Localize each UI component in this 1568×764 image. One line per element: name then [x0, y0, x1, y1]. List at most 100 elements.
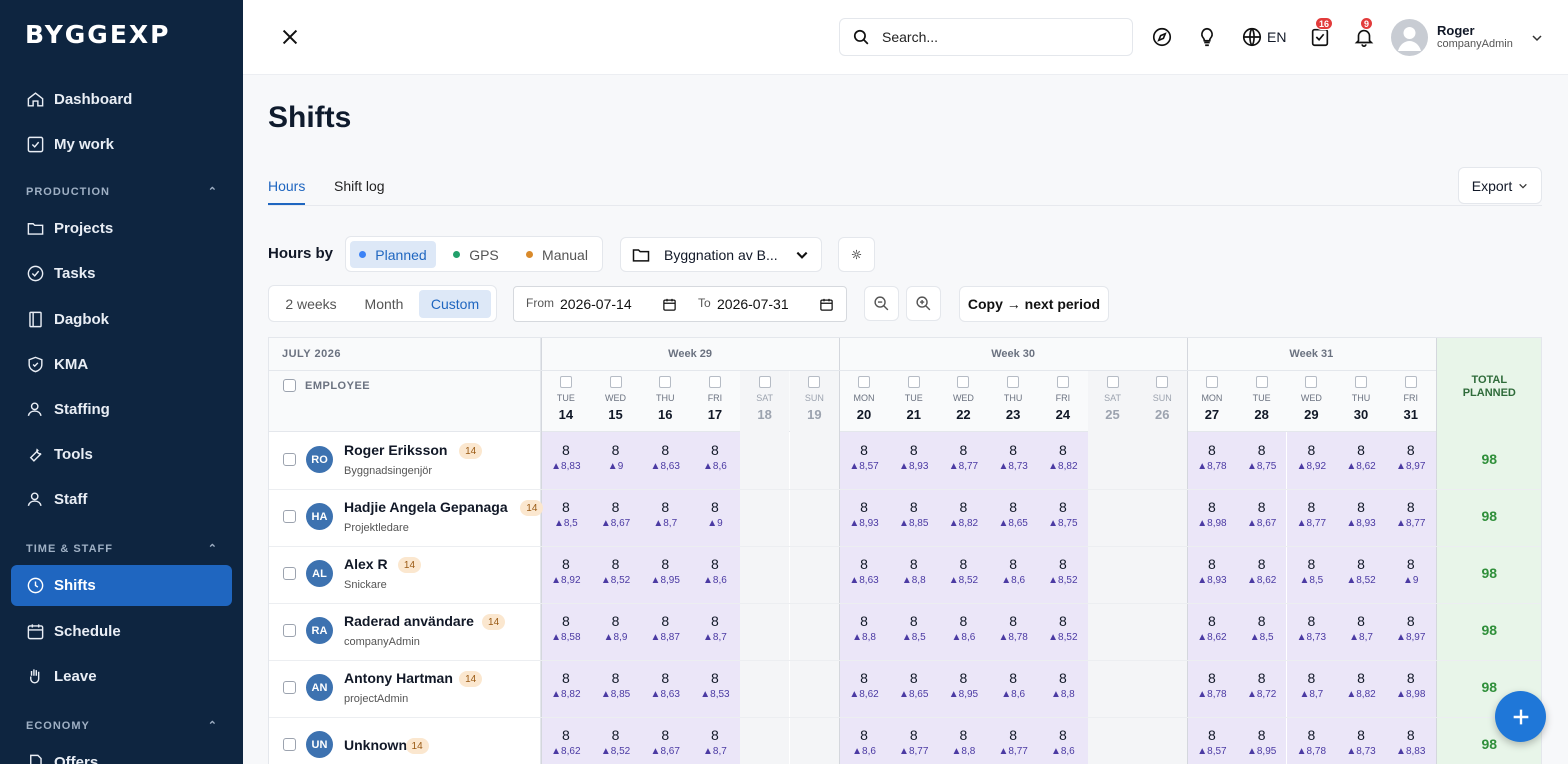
row-checkbox[interactable] [283, 510, 296, 523]
planned-hours[interactable]: 8 [1038, 727, 1088, 743]
option-planned[interactable]: Planned [350, 241, 436, 268]
planned-hours[interactable]: 8 [1187, 499, 1237, 515]
planned-hours[interactable]: 8 [591, 727, 641, 743]
option-month[interactable]: Month [353, 290, 415, 318]
planned-hours[interactable]: 8 [839, 727, 889, 743]
planned-hours[interactable]: 8 [690, 499, 740, 515]
settings-button[interactable] [838, 237, 875, 272]
planned-hours[interactable]: 8 [1336, 613, 1386, 629]
planned-hours[interactable]: 8 [889, 613, 939, 629]
planned-hours[interactable]: 8 [1386, 727, 1436, 743]
sidebar-item-tasks[interactable]: Tasks [11, 253, 232, 293]
avatar[interactable] [1391, 19, 1428, 56]
planned-hours[interactable]: 8 [591, 613, 641, 629]
sidebar-item-tools[interactable]: Tools [11, 434, 232, 474]
planned-hours[interactable]: 8 [640, 727, 690, 743]
planned-hours[interactable]: 8 [988, 442, 1038, 458]
planned-hours[interactable]: 8 [988, 670, 1038, 686]
planned-hours[interactable]: 8 [988, 613, 1038, 629]
calendar-icon[interactable] [662, 297, 677, 312]
planned-hours[interactable]: 8 [1287, 442, 1337, 458]
planned-hours[interactable]: 8 [541, 442, 591, 458]
planned-hours[interactable]: 8 [1336, 499, 1386, 515]
select-all-checkbox[interactable] [283, 379, 296, 392]
row-checkbox[interactable] [283, 738, 296, 751]
planned-hours[interactable]: 8 [1287, 613, 1337, 629]
planned-hours[interactable]: 8 [1237, 442, 1287, 458]
planned-hours[interactable]: 8 [1336, 670, 1386, 686]
sidebar-item-dashboard[interactable]: Dashboard [11, 79, 232, 119]
day-checkbox[interactable] [1255, 376, 1268, 388]
chevron-down-icon[interactable] [1531, 32, 1543, 44]
planned-hours[interactable]: 8 [541, 670, 591, 686]
planned-hours[interactable]: 8 [1187, 670, 1237, 686]
planned-hours[interactable]: 8 [1237, 670, 1287, 686]
lightbulb-icon[interactable] [1196, 26, 1218, 48]
day-checkbox[interactable] [1355, 376, 1368, 388]
planned-hours[interactable]: 8 [1237, 556, 1287, 572]
planned-hours[interactable]: 8 [1386, 670, 1436, 686]
day-checkbox[interactable] [1156, 376, 1169, 388]
planned-hours[interactable]: 8 [1287, 499, 1337, 515]
day-checkbox[interactable] [1007, 376, 1020, 388]
planned-hours[interactable]: 8 [939, 499, 989, 515]
option-2-weeks[interactable]: 2 weeks [275, 290, 347, 318]
planned-hours[interactable]: 8 [988, 556, 1038, 572]
planned-hours[interactable]: 8 [1386, 613, 1436, 629]
planned-hours[interactable]: 8 [839, 613, 889, 629]
planned-hours[interactable]: 8 [839, 499, 889, 515]
add-button[interactable] [1495, 691, 1546, 742]
sidebar-item-offers[interactable]: Offers [11, 742, 232, 764]
globe-icon[interactable] [1241, 26, 1263, 48]
row-checkbox[interactable] [283, 453, 296, 466]
user-name[interactable]: Roger [1437, 23, 1475, 38]
planned-hours[interactable]: 8 [939, 727, 989, 743]
planned-hours[interactable]: 8 [690, 727, 740, 743]
sidebar-item-leave[interactable]: Leave [11, 656, 232, 696]
planned-hours[interactable]: 8 [1038, 556, 1088, 572]
planned-hours[interactable]: 8 [591, 499, 641, 515]
planned-hours[interactable]: 8 [1386, 442, 1436, 458]
calendar-icon[interactable] [819, 297, 834, 312]
planned-hours[interactable]: 8 [541, 727, 591, 743]
compass-icon[interactable] [1151, 26, 1173, 48]
planned-hours[interactable]: 8 [1336, 442, 1386, 458]
day-checkbox[interactable] [907, 376, 920, 388]
planned-hours[interactable]: 8 [1237, 499, 1287, 515]
row-checkbox[interactable] [283, 624, 296, 637]
planned-hours[interactable]: 8 [889, 442, 939, 458]
planned-hours[interactable]: 8 [1187, 727, 1237, 743]
day-checkbox[interactable] [758, 376, 771, 388]
planned-hours[interactable]: 8 [640, 442, 690, 458]
planned-hours[interactable]: 8 [939, 556, 989, 572]
planned-hours[interactable]: 8 [889, 670, 939, 686]
section-time-staff[interactable]: TIME & STAFF ⌃ [26, 542, 218, 556]
row-checkbox[interactable] [283, 681, 296, 694]
planned-hours[interactable]: 8 [1237, 613, 1287, 629]
sidebar-item-kma[interactable]: KMA [11, 344, 232, 384]
planned-hours[interactable]: 8 [541, 613, 591, 629]
planned-hours[interactable]: 8 [1187, 442, 1237, 458]
planned-hours[interactable]: 8 [889, 556, 939, 572]
planned-hours[interactable]: 8 [1287, 556, 1337, 572]
language-label[interactable]: EN [1267, 29, 1286, 45]
tab-hours[interactable]: Hours [268, 178, 305, 194]
planned-hours[interactable]: 8 [939, 442, 989, 458]
zoom-in-button[interactable] [906, 286, 941, 321]
planned-hours[interactable]: 8 [939, 670, 989, 686]
sidebar-item-staffing[interactable]: Staffing [11, 389, 232, 429]
day-checkbox[interactable] [559, 376, 572, 388]
planned-hours[interactable]: 8 [640, 499, 690, 515]
day-checkbox[interactable] [1106, 376, 1119, 388]
day-checkbox[interactable] [858, 376, 871, 388]
planned-hours[interactable]: 8 [839, 670, 889, 686]
planned-hours[interactable]: 8 [541, 499, 591, 515]
planned-hours[interactable]: 8 [1336, 727, 1386, 743]
tab-shift-log[interactable]: Shift log [334, 178, 385, 194]
day-checkbox[interactable] [1205, 376, 1218, 388]
employee-name[interactable]: Antony Hartman [344, 670, 453, 686]
day-checkbox[interactable] [609, 376, 622, 388]
day-checkbox[interactable] [659, 376, 672, 388]
sidebar-item-my-work[interactable]: My work [11, 124, 232, 164]
planned-hours[interactable]: 8 [939, 613, 989, 629]
